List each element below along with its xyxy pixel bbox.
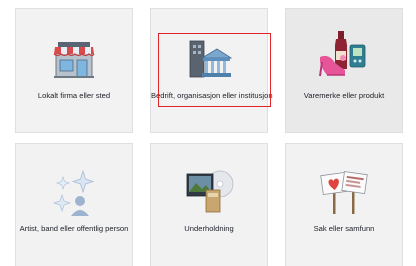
category-tile-artist[interactable]: Artist, band eller offentlig person xyxy=(15,143,133,266)
category-tile-entertainment[interactable]: Underholdning xyxy=(150,143,268,266)
storefront-icon xyxy=(52,39,96,84)
protest-signs-icon xyxy=(319,168,369,221)
media-icon xyxy=(184,168,234,221)
category-tile-local-business[interactable]: Lokalt firma eller sted xyxy=(15,8,133,133)
category-label: Underholdning xyxy=(184,224,234,233)
category-label: Lokalt firma eller sted xyxy=(37,91,111,100)
category-tile-cause[interactable]: Sak eller samfunn xyxy=(285,143,403,266)
category-tile-company[interactable]: Bedrift, organisasjon eller institusjon xyxy=(150,8,273,133)
category-tile-brand[interactable]: Varemerke eller produkt xyxy=(285,8,403,133)
category-label: Artist, band eller offentlig person xyxy=(19,224,129,233)
sparkles-icon xyxy=(49,168,99,223)
category-label: Bedrift, organisasjon eller institusjon xyxy=(151,91,273,100)
buildings-icon xyxy=(186,39,233,84)
category-label: Sak eller samfunn xyxy=(313,224,375,233)
products-icon xyxy=(317,29,371,86)
category-label: Varemerke eller produkt xyxy=(303,91,385,100)
